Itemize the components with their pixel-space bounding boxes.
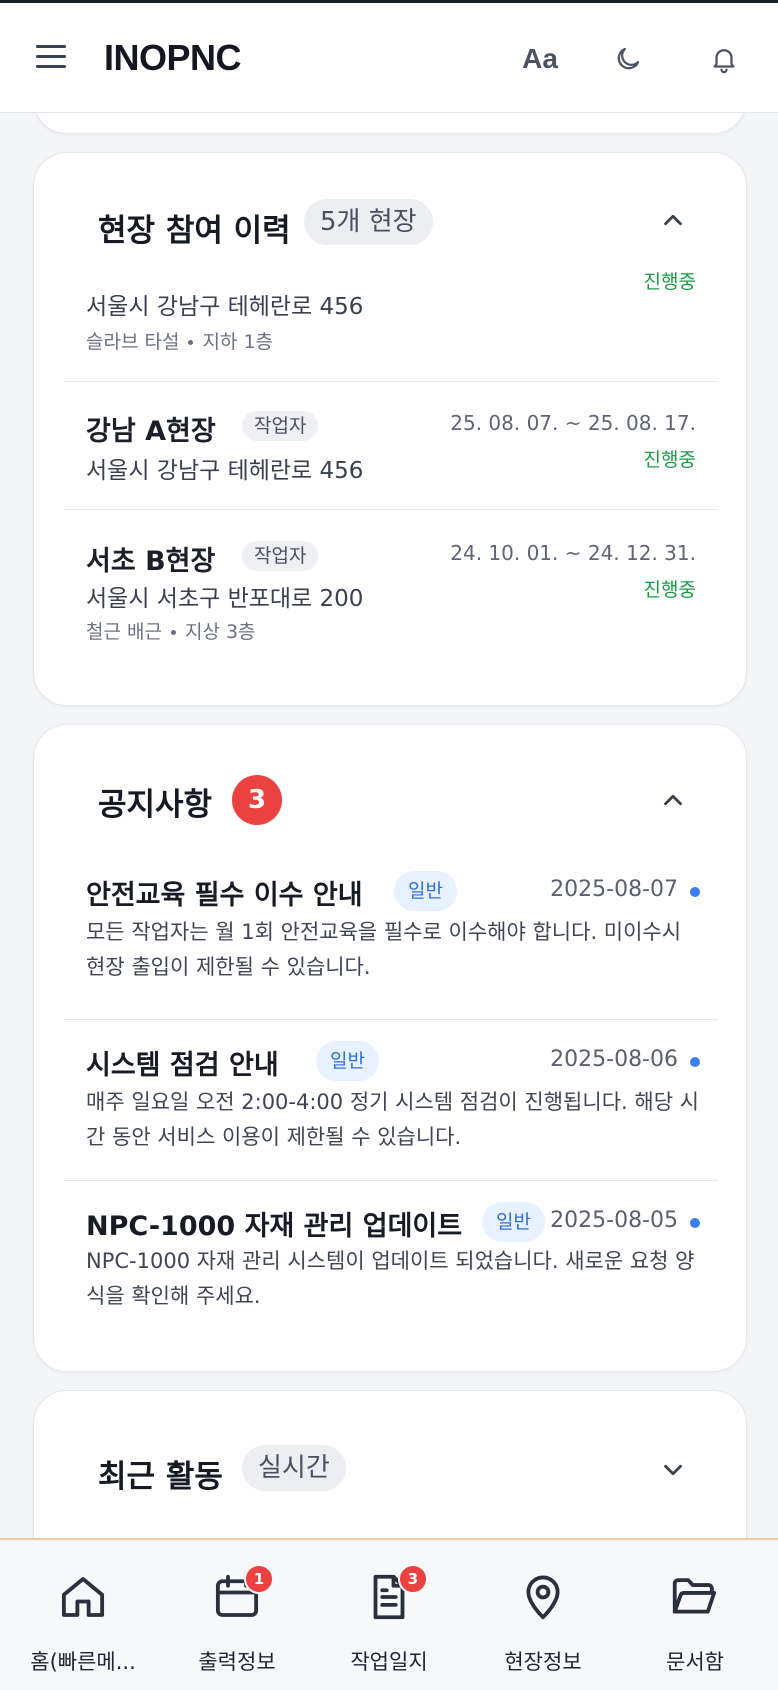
notice-item[interactable]: 시스템 점검 안내 일반 2025-08-06 매주 일요일 오전 2:00-4… [64, 1019, 718, 1179]
nav-documents[interactable]: 문서함 [620, 1540, 770, 1690]
site-address: 서울시 강남구 테헤란로 456 [86, 458, 364, 484]
nav-label: 현장정보 [504, 1650, 582, 1674]
notice-item-title: 안전교육 필수 이수 안내 [86, 880, 363, 911]
notice-item-title: 시스템 점검 안내 [86, 1050, 279, 1081]
notice-item[interactable]: 안전교육 필수 이수 안내 일반 2025-08-07 모든 작업자는 월 1회… [64, 859, 718, 1009]
notice-count-badge: 3 [232, 775, 282, 825]
nav-site-info[interactable]: 현장정보 [468, 1540, 618, 1690]
site-detail: 슬라브 타설 지하 1층 [86, 331, 274, 353]
notice-body: 모든 작업자는 월 1회 안전교육을 필수로 이수해야 합니다. 미이수시 현장… [86, 920, 682, 979]
hamburger-menu-icon[interactable] [34, 43, 68, 71]
notice-body: 매주 일요일 오전 2:00-4:00 정기 시스템 점검이 진행됩니다. 해당… [86, 1090, 700, 1149]
chevron-down-icon[interactable] [658, 1455, 688, 1485]
map-pin-icon [526, 1575, 560, 1620]
site-address: 서울시 서초구 반포대로 200 [86, 586, 364, 612]
realtime-pill: 실시간 [242, 1445, 346, 1491]
notice-tag: 일반 [394, 871, 457, 911]
divider [64, 1180, 718, 1181]
brand-logo: INOPNC [104, 37, 242, 78]
unread-dot [690, 1218, 700, 1228]
site-history-title: 현장 참여 이력 [98, 213, 291, 249]
nav-attendance[interactable]: 1 출력정보 [162, 1540, 312, 1690]
notice-body: NPC-1000 자재 관리 시스템이 업데이트 되었습니다. 새로운 요청 양… [86, 1249, 695, 1308]
list-item[interactable]: 서초 B현장 작업자 24. 10. 01. ~ 24. 12. 31. 서울시… [64, 509, 718, 649]
site-count-pill: 5개 현장 [304, 199, 433, 245]
site-period: 25. 08. 07. ~ 25. 08. 17. [450, 411, 696, 435]
list-item[interactable]: 강남 A현장 작업자 25. 08. 07. ~ 25. 08. 17. 서울시… [64, 381, 718, 501]
nav-worklog[interactable]: 3 작업일지 [314, 1540, 464, 1690]
nav-label: 작업일지 [350, 1650, 428, 1674]
notice-title: 공지사항 [98, 787, 213, 823]
site-name: 서초 B현장 [86, 546, 216, 577]
site-status: 진행중 [643, 449, 696, 471]
recent-activity-title: 최근 활동 [98, 1459, 223, 1495]
role-tag: 작업자 [242, 411, 319, 441]
home-icon [61, 1577, 105, 1617]
app-header: INOPNC Aa [0, 3, 778, 113]
notice-item[interactable]: NPC-1000 자재 관리 업데이트 일반 2025-08-05 NPC-10… [64, 1180, 718, 1340]
divider [64, 509, 718, 510]
notice-item-title: NPC-1000 자재 관리 업데이트 [86, 1211, 463, 1242]
notice-card: 공지사항 3 안전교육 필수 이수 안내 일반 2025-08-07 모든 작업… [33, 724, 747, 1372]
list-item[interactable]: 진행중 서울시 강남구 테헤란로 456 슬라브 타설 지하 1층 [64, 263, 718, 373]
site-history-card: 현장 참여 이력 5개 현장 진행중 서울시 강남구 테헤란로 456 슬라브 … [33, 152, 747, 706]
nav-label: 문서함 [666, 1650, 724, 1674]
site-name: 강남 A현장 [86, 416, 216, 447]
nav-home[interactable]: 홈(빠른메... [8, 1540, 158, 1690]
divider [64, 381, 718, 382]
site-status: 진행중 [643, 579, 696, 601]
notification-bell-icon[interactable] [702, 37, 746, 81]
chevron-up-icon[interactable] [658, 205, 688, 235]
notice-tag: 일반 [316, 1041, 379, 1081]
unread-dot [690, 887, 700, 897]
nav-label: 홈(빠른메... [30, 1650, 136, 1674]
notice-date: 2025-08-06 [550, 1047, 678, 1072]
nav-label: 출력정보 [198, 1650, 276, 1674]
nav-badge: 1 [244, 1564, 274, 1594]
nav-badge: 3 [398, 1564, 428, 1594]
site-address: 서울시 강남구 테헤란로 456 [86, 294, 364, 320]
notice-date: 2025-08-07 [550, 877, 678, 902]
dark-mode-moon-icon[interactable] [606, 37, 650, 81]
chevron-up-icon[interactable] [658, 785, 688, 815]
role-tag: 작업자 [242, 541, 319, 571]
bottom-navigation: 홈(빠른메... 1 출력정보 3 작업일지 현장정보 문서함 [0, 1538, 778, 1690]
font-size-button[interactable]: Aa [518, 37, 562, 81]
divider [64, 1019, 718, 1020]
notice-date: 2025-08-05 [550, 1208, 678, 1233]
unread-dot [690, 1057, 700, 1067]
notice-tag: 일반 [482, 1202, 545, 1242]
site-status: 진행중 [643, 271, 696, 293]
site-period: 24. 10. 01. ~ 24. 12. 31. [450, 541, 696, 565]
site-detail: 철근 배근 지상 3층 [86, 621, 256, 643]
folder-icon [672, 1578, 717, 1614]
